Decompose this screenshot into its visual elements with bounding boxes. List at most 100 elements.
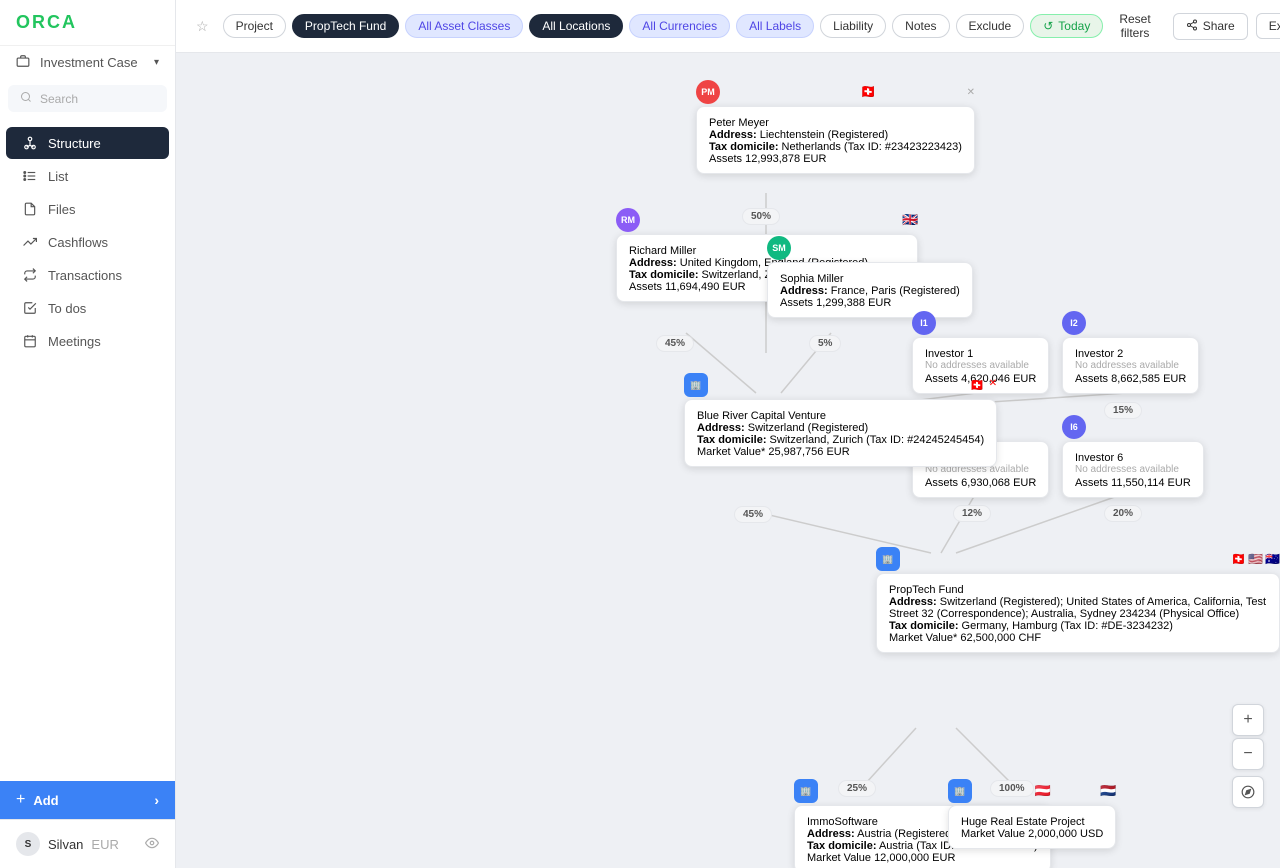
- structure-icon: [22, 135, 38, 151]
- immo-software-avatar: 🏢: [794, 779, 818, 803]
- refresh-icon: ↺: [1043, 19, 1053, 33]
- sidebar-item-list[interactable]: List: [6, 160, 169, 192]
- investor2-avatar: I2: [1062, 311, 1086, 335]
- investor6-card: Investor 6 No addresses available Assets…: [1062, 441, 1204, 498]
- richard-pct: 45%: [656, 335, 694, 352]
- blue-river-avatar: 🏢: [684, 373, 708, 397]
- peter-meyer-flag: 🇨🇭: [860, 84, 876, 100]
- huge-real-estate-node[interactable]: 🏢 🇳🇱 Huge Real Estate Project Market Val…: [948, 779, 1116, 849]
- proptech-button[interactable]: PropTech Fund: [292, 14, 399, 38]
- tax-value: Netherlands (Tax ID: #23423223423): [782, 141, 962, 153]
- share-icon: [1186, 19, 1198, 34]
- files-icon: [22, 201, 38, 217]
- plus-icon: +: [16, 791, 25, 809]
- blue-river-card: Blue River Capital Venture Address: Swit…: [684, 399, 997, 467]
- asset-classes-button[interactable]: All Asset Classes: [405, 14, 523, 38]
- topbar-right: Share Export ▾ ❯: [1173, 11, 1280, 41]
- sidebar-item-cashflows[interactable]: Cashflows: [6, 226, 169, 258]
- reset-filters-button[interactable]: Reset filters: [1109, 8, 1160, 44]
- notes-button[interactable]: Notes: [892, 14, 949, 38]
- investor2-card: Investor 2 No addresses available Assets…: [1062, 337, 1199, 394]
- peter-meyer-close[interactable]: ✕: [967, 87, 975, 98]
- list-label: List: [48, 169, 68, 184]
- investment-case-section[interactable]: Investment Case ▾: [0, 46, 175, 79]
- transactions-label: Transactions: [48, 268, 122, 283]
- share-label: Share: [1203, 19, 1235, 33]
- star-button[interactable]: ☆: [188, 14, 217, 39]
- todos-icon: [22, 300, 38, 316]
- liability-button[interactable]: Liability: [820, 14, 886, 38]
- export-label: Export: [1269, 19, 1280, 33]
- user-info: S Silvan EUR: [16, 832, 119, 856]
- briefcase-icon: [16, 54, 30, 71]
- share-button[interactable]: Share: [1173, 13, 1248, 40]
- peter-meyer-address: Address: Liechtenstein (Registered): [709, 129, 962, 141]
- canvas[interactable]: 50% PM 🇨🇭 ✕ Peter Meyer Address: Liechte…: [176, 53, 1280, 868]
- user-currency: EUR: [91, 837, 118, 852]
- chevron-right-icon: ›: [154, 792, 159, 808]
- sidebar-item-transactions[interactable]: Transactions: [6, 259, 169, 291]
- structure-label: Structure: [48, 136, 101, 151]
- cashflows-icon: [22, 234, 38, 250]
- list-icon: [22, 168, 38, 184]
- files-label: Files: [48, 202, 75, 217]
- proptech-fund-node[interactable]: 🏢 🇨🇭🇺🇸🇦🇺 PropTech Fund Address: Switzerl…: [876, 547, 1280, 653]
- investor5-pct: 12%: [953, 505, 991, 522]
- sophia-miller-avatar: SM: [767, 236, 791, 260]
- search-box[interactable]: Search: [8, 85, 167, 112]
- sidebar-item-files[interactable]: Files: [6, 193, 169, 225]
- investor6-node[interactable]: I6 Investor 6 No addresses available Ass…: [1062, 415, 1204, 498]
- add-button[interactable]: + Add ›: [0, 781, 175, 819]
- richard-miller-avatar: RM: [616, 208, 640, 232]
- address-value: Liechtenstein (Registered): [760, 129, 888, 141]
- blue-river-flags: 🇨🇭✕: [970, 378, 997, 392]
- assets-label: Assets: [709, 153, 742, 165]
- today-label: Today: [1058, 19, 1090, 33]
- investor2-node[interactable]: I2 Investor 2 No addresses available Ass…: [1062, 311, 1199, 394]
- huge-real-estate-card: Huge Real Estate Project Market Value 2,…: [948, 805, 1116, 849]
- transactions-icon: [22, 267, 38, 283]
- zoom-in-button[interactable]: +: [1232, 704, 1264, 736]
- cashflows-label: Cashflows: [48, 235, 108, 250]
- investor6-pct: 20%: [1104, 505, 1142, 522]
- tax-label: Tax domicile:: [709, 141, 778, 153]
- sophia-pct: 5%: [809, 335, 841, 352]
- export-button[interactable]: Export ▾: [1256, 13, 1280, 39]
- user-avatar: S: [16, 832, 40, 856]
- sophia-miller-card: Sophia Miller Address: France, Paris (Re…: [767, 262, 973, 318]
- chevron-down-icon: ▾: [154, 57, 159, 68]
- peter-meyer-avatar: PM: [696, 80, 720, 104]
- sidebar-nav: Structure List Files Cashflows Transacti…: [0, 118, 175, 781]
- exclude-button[interactable]: Exclude: [956, 14, 1025, 38]
- locations-button[interactable]: All Locations: [529, 14, 623, 38]
- sidebar-bottom: S Silvan EUR: [0, 819, 175, 868]
- investor6-avatar: I6: [1062, 415, 1086, 439]
- peter-meyer-node[interactable]: PM 🇨🇭 ✕ Peter Meyer Address: Liechtenste…: [696, 80, 975, 174]
- eye-icon[interactable]: [145, 836, 159, 853]
- huge-flag: 🇳🇱: [1100, 783, 1116, 799]
- sidebar-item-structure[interactable]: Structure: [6, 127, 169, 159]
- labels-button[interactable]: All Labels: [736, 14, 814, 38]
- zoom-out-button[interactable]: −: [1232, 738, 1264, 770]
- meetings-icon: [22, 333, 38, 349]
- compass-button[interactable]: [1232, 776, 1264, 808]
- app-logo: ORCA: [0, 0, 175, 46]
- todos-label: To dos: [48, 301, 86, 316]
- sidebar-item-todos[interactable]: To dos: [6, 292, 169, 324]
- topbar: ☆ Project PropTech Fund All Asset Classe…: [176, 0, 1280, 53]
- project-button[interactable]: Project: [223, 14, 286, 38]
- peter-meyer-tax: Tax domicile: Netherlands (Tax ID: #2342…: [709, 141, 962, 153]
- search-icon: [20, 91, 32, 106]
- proptech-fund-card: PropTech Fund Address: Switzerland (Regi…: [876, 573, 1280, 653]
- blueriver-pct-bottom: 45%: [734, 506, 772, 523]
- sophia-miller-node[interactable]: SM Sophia Miller Address: France, Paris …: [767, 236, 973, 318]
- peter-meyer-name: Peter Meyer: [709, 117, 962, 129]
- sidebar-item-meetings[interactable]: Meetings: [6, 325, 169, 357]
- user-name: Silvan: [48, 837, 83, 852]
- search-label: Search: [40, 92, 78, 106]
- currencies-button[interactable]: All Currencies: [629, 14, 730, 38]
- today-button[interactable]: ↺ Today: [1030, 14, 1103, 38]
- blue-river-node[interactable]: 🏢 🇨🇭✕ Blue River Capital Venture Address…: [684, 373, 997, 467]
- add-label: Add: [33, 793, 58, 808]
- investment-case-label: Investment Case: [40, 55, 138, 70]
